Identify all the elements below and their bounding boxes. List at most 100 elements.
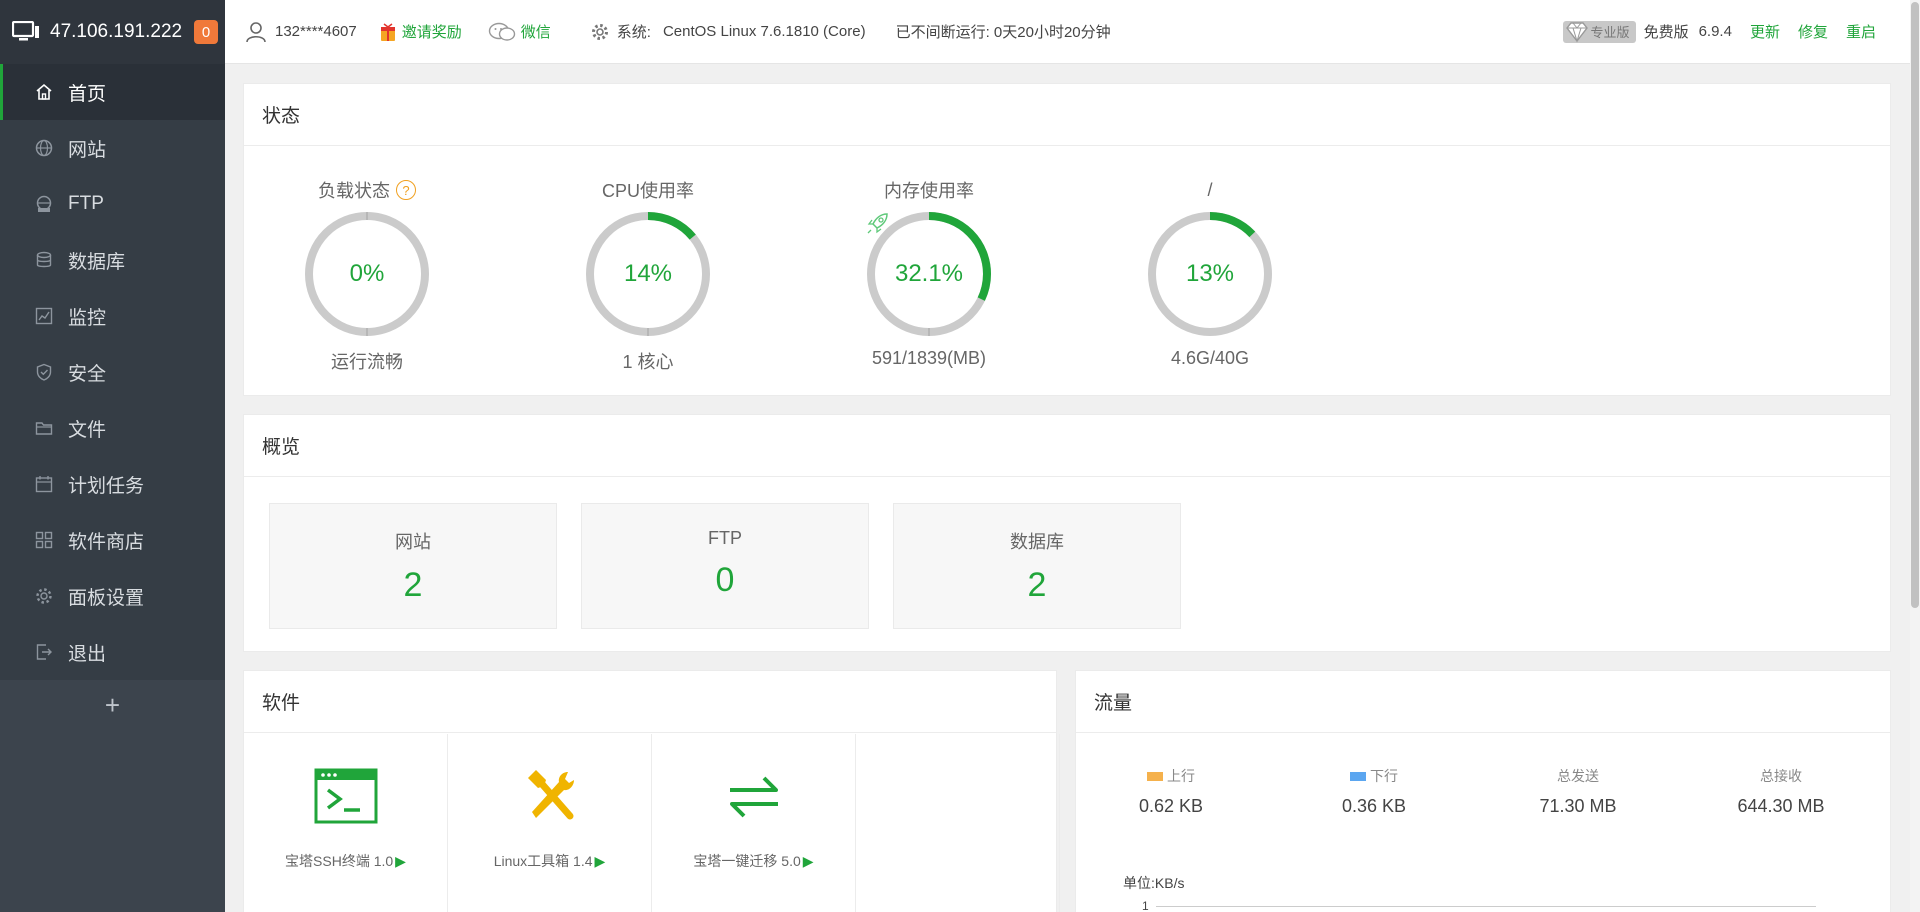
download-swatch-icon bbox=[1350, 771, 1366, 781]
sidebar-item-logout[interactable]: 退出 bbox=[0, 624, 225, 680]
traffic-value: 0.62 KB bbox=[1138, 796, 1204, 816]
sidebar-item-security[interactable]: 安全 bbox=[0, 344, 225, 400]
scrollbar-thumb[interactable] bbox=[1911, 2, 1919, 608]
transfer-icon bbox=[729, 776, 778, 818]
load-gauge[interactable]: 负载状态 ? 0% 运行流畅 bbox=[267, 178, 467, 374]
sidebar-item-home[interactable]: 首页 bbox=[0, 64, 225, 120]
system-label: 系统: bbox=[616, 24, 651, 41]
gauge-title: CPU使用率 bbox=[601, 181, 694, 201]
sidebar-item-files[interactable]: 文件 bbox=[0, 400, 225, 456]
help-icon[interactable]: ? bbox=[396, 180, 416, 200]
wechat-icon bbox=[488, 22, 515, 41]
overview-panel: 概览 网站 2 FTP 0 数据库 2 bbox=[243, 414, 1891, 652]
sidebar-item-label: 退出 bbox=[68, 643, 107, 665]
traffic-title: 流量 bbox=[1076, 671, 1890, 733]
software-item-empty bbox=[856, 734, 1060, 912]
add-shortcut-button[interactable]: + bbox=[0, 680, 225, 730]
sidebar-menu: 首页 网站 FTP 数据库 监控 安全 文件 计划任务 软件商店 面板设置 退出 bbox=[0, 64, 225, 680]
traffic-total-sent: 总发送 71.30 MB bbox=[1483, 766, 1673, 817]
sidebar-item-website[interactable]: 网站 bbox=[0, 120, 225, 176]
globe-icon bbox=[34, 138, 54, 158]
software-name: 宝塔SSH终端 1.0 bbox=[285, 853, 394, 869]
sidebar-item-label: 网站 bbox=[68, 139, 107, 161]
monitor-icon bbox=[12, 21, 39, 41]
version-controls: 专业版 免费版 6.9.4 更新 修复 重启 bbox=[1562, 20, 1876, 43]
gauge-value: 0% bbox=[349, 260, 385, 287]
traffic-panel: 流量 上行 0.62 KB 下行 0.36 KB 总发送 71.30 MB 总接… bbox=[1075, 670, 1891, 912]
traffic-download: 下行 0.36 KB bbox=[1279, 766, 1469, 817]
gauge-title: / bbox=[1207, 179, 1213, 200]
sidebar-item-label: 监控 bbox=[68, 307, 107, 329]
update-link[interactable]: 更新 bbox=[1750, 21, 1780, 42]
database-icon bbox=[34, 250, 54, 270]
overview-website-box[interactable]: 网站 2 bbox=[269, 503, 557, 629]
play-icon[interactable]: ▶ bbox=[395, 853, 406, 869]
traffic-unit: 单位:KB/s bbox=[1123, 875, 1185, 891]
overview-count: 0 bbox=[715, 561, 735, 599]
traffic-total-received: 总接收 644.30 MB bbox=[1686, 766, 1876, 817]
sidebar-item-label: 首页 bbox=[68, 83, 107, 105]
gauge-subtext: 运行流畅 bbox=[331, 352, 403, 372]
sidebar-item-ftp[interactable]: FTP bbox=[0, 176, 225, 232]
shield-icon bbox=[34, 362, 54, 382]
overview-title: 概览 bbox=[244, 415, 1890, 477]
ftp-icon bbox=[34, 194, 54, 214]
sidebar-item-settings[interactable]: 面板设置 bbox=[0, 568, 225, 624]
sidebar-item-store[interactable]: 软件商店 bbox=[0, 512, 225, 568]
overview-label: 网站 bbox=[395, 532, 431, 552]
home-icon bbox=[34, 82, 54, 102]
software-name: 宝塔一键迁移 5.0 bbox=[693, 853, 801, 869]
page-scrollbar[interactable] bbox=[1910, 0, 1920, 912]
panel-version: 6.9.4 bbox=[1698, 23, 1732, 40]
invite-reward-link[interactable]: 邀请奖励 bbox=[380, 21, 462, 42]
logout-icon bbox=[34, 642, 54, 662]
folder-icon bbox=[34, 418, 54, 438]
gauge-value: 14% bbox=[623, 260, 673, 287]
status-panel: 状态 负载状态 ? 0% 运行流畅 CPU使用率 14% 1 核心 内存使用率 … bbox=[243, 83, 1891, 396]
software-title: 软件 bbox=[244, 671, 1056, 733]
sidebar: 47.106.191.222 0 首页 网站 FTP 数据库 监控 安全 文件 … bbox=[0, 0, 225, 912]
gauge-subtext: 1 核心 bbox=[622, 352, 674, 372]
restart-link[interactable]: 重启 bbox=[1846, 21, 1876, 42]
sidebar-item-label: 数据库 bbox=[68, 251, 126, 273]
traffic-label: 总发送 bbox=[1557, 768, 1599, 784]
traffic-value: 71.30 MB bbox=[1539, 796, 1617, 816]
memory-gauge[interactable]: 内存使用率 32.1% 591/1839(MB) bbox=[829, 178, 1029, 369]
sidebar-item-label: 软件商店 bbox=[68, 531, 145, 553]
server-ip: 47.106.191.222 bbox=[50, 21, 183, 42]
disk-gauge[interactable]: / 13% 4.6G/40G bbox=[1110, 178, 1310, 369]
cpu-gauge[interactable]: CPU使用率 14% 1 核心 bbox=[548, 178, 748, 374]
system-info: 系统: CentOS Linux 7.6.1810 (Core) bbox=[591, 21, 866, 42]
invite-label: 邀请奖励 bbox=[401, 24, 462, 41]
pro-badge[interactable]: 专业版 bbox=[1562, 20, 1636, 43]
sidebar-item-label: 计划任务 bbox=[68, 475, 145, 497]
play-icon[interactable]: ▶ bbox=[803, 853, 814, 869]
software-item-toolbox[interactable]: Linux工具箱 1.4 ▶ bbox=[448, 734, 652, 912]
wechat-link[interactable]: 微信 bbox=[488, 21, 551, 42]
monitor-chart-icon bbox=[34, 306, 54, 326]
sidebar-item-cron[interactable]: 计划任务 bbox=[0, 456, 225, 512]
traffic-upload: 上行 0.62 KB bbox=[1076, 766, 1266, 817]
software-item-ssh[interactable]: 宝塔SSH终端 1.0 ▶ bbox=[244, 734, 448, 912]
overview-ftp-box[interactable]: FTP 0 bbox=[581, 503, 869, 629]
user-account[interactable]: 132****4607 bbox=[245, 21, 357, 43]
sidebar-item-label: 安全 bbox=[68, 363, 107, 385]
gauge-value: 32.1% bbox=[894, 260, 964, 287]
overview-database-box[interactable]: 数据库 2 bbox=[893, 503, 1181, 629]
traffic-label: 总接收 bbox=[1760, 768, 1802, 784]
gauge-title: 负载状态 bbox=[318, 181, 390, 201]
repair-link[interactable]: 修复 bbox=[1798, 21, 1828, 42]
chart-gridline bbox=[1156, 906, 1816, 907]
sidebar-item-database[interactable]: 数据库 bbox=[0, 232, 225, 288]
uptime: 已不间断运行: 0天20小时20分钟 bbox=[895, 24, 1111, 41]
overview-label: 数据库 bbox=[1010, 532, 1064, 552]
gauge-subtext: 591/1839(MB) bbox=[871, 348, 987, 368]
top-bar: 132****4607 邀请奖励 微信 系统: CentOS Linux 7.6… bbox=[225, 0, 1920, 64]
play-icon[interactable]: ▶ bbox=[595, 853, 606, 869]
gift-icon bbox=[380, 22, 395, 41]
notification-badge[interactable]: 0 bbox=[194, 20, 219, 44]
sidebar-item-monitor[interactable]: 监控 bbox=[0, 288, 225, 344]
software-item-migrate[interactable]: 宝塔一键迁移 5.0 ▶ bbox=[652, 734, 856, 912]
upload-swatch-icon bbox=[1147, 771, 1163, 781]
calendar-icon bbox=[34, 474, 54, 494]
